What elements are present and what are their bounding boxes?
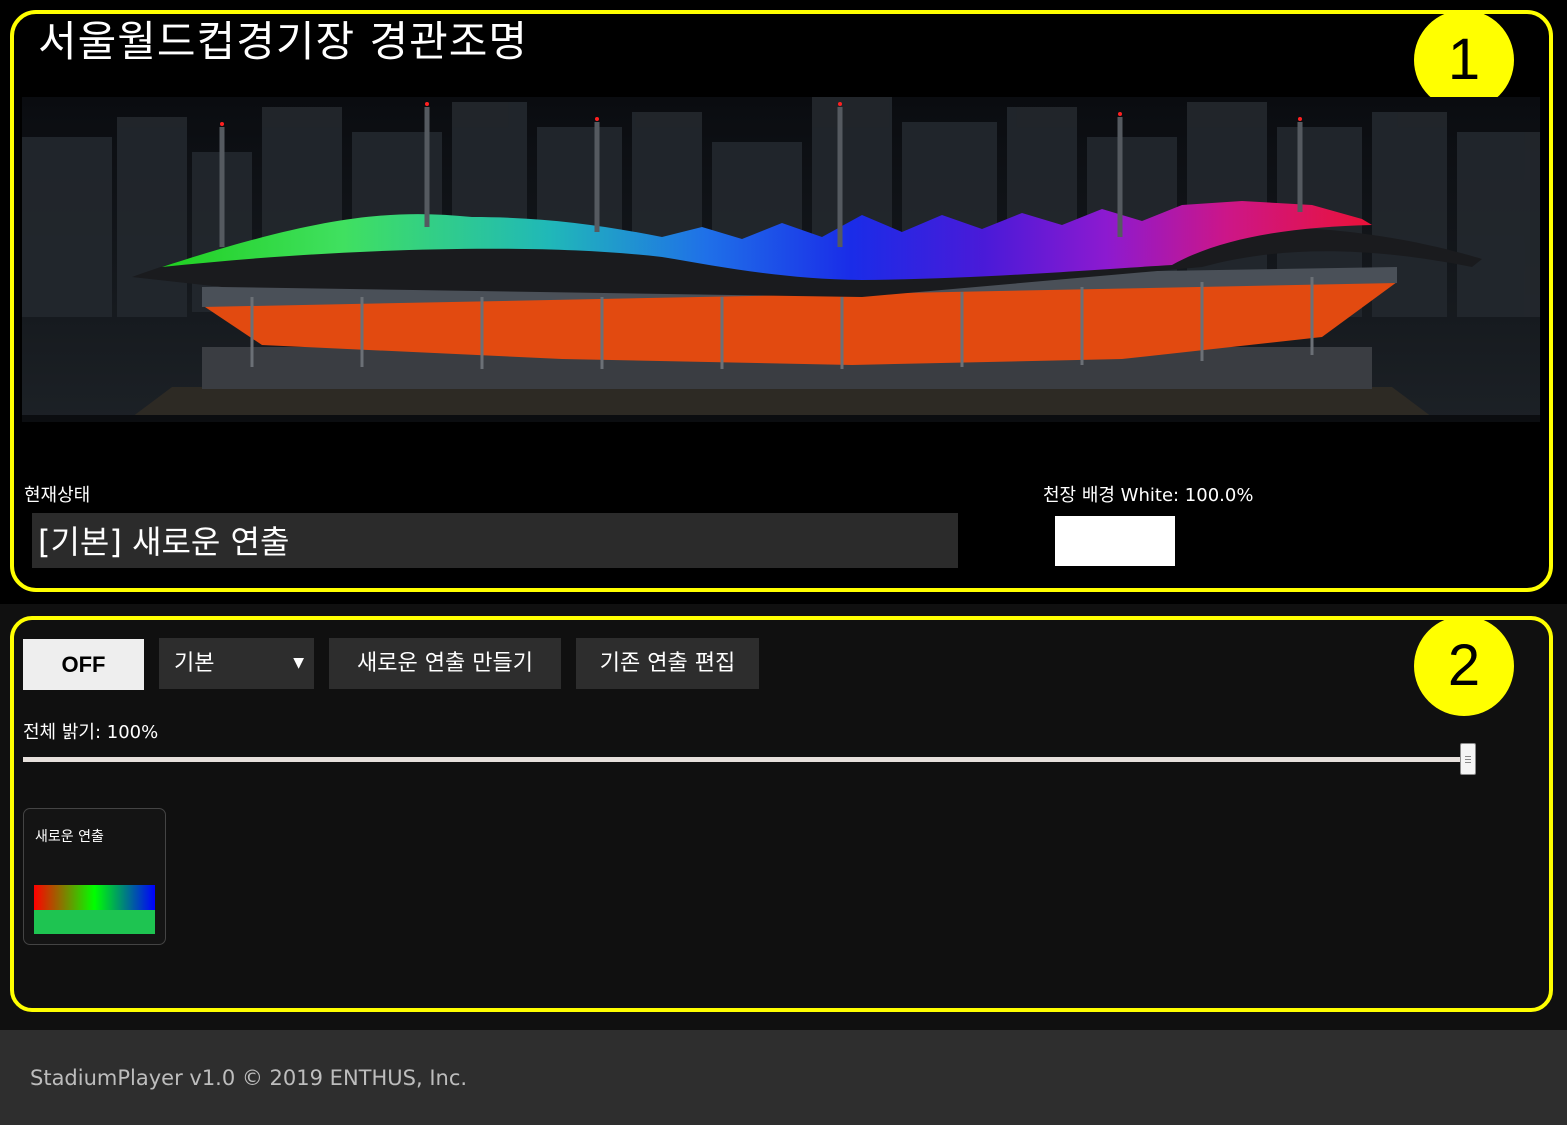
mode-select-value: 기본 xyxy=(174,651,215,676)
status-label: 현재상태 xyxy=(24,485,91,506)
show-card-preview-gradient xyxy=(34,885,155,910)
stadium-illustration xyxy=(22,97,1540,422)
status-value: [기본] 새로운 연출 xyxy=(38,523,290,561)
show-card[interactable]: 새로운 연출 xyxy=(23,808,166,945)
show-card-preview xyxy=(34,885,155,934)
show-card-preview-bottom xyxy=(34,910,155,934)
dropdown-arrow-icon: ▼ xyxy=(293,655,304,671)
annotation-badge-1: 1 xyxy=(1414,10,1514,110)
brightness-slider-fill xyxy=(23,757,1468,762)
mode-select[interactable]: 기본 ▼ xyxy=(159,638,314,689)
create-new-show-button[interactable]: 새로운 연출 만들기 xyxy=(329,638,561,689)
edit-existing-show-button[interactable]: 기존 연출 편집 xyxy=(576,638,759,689)
footer-copyright: StadiumPlayer v1.0 © 2019 ENTHUS, Inc. xyxy=(30,1066,468,1090)
stadium-preview-image xyxy=(22,97,1540,422)
annotation-badge-2: 2 xyxy=(1414,616,1514,716)
page-title: 서울월드컵경기장 경관조명 xyxy=(38,17,529,66)
ceiling-background-label: 천장 배경 White: 100.0% xyxy=(1043,485,1254,506)
show-card-title: 새로운 연출 xyxy=(35,829,104,845)
ceiling-color-swatch[interactable] xyxy=(1055,516,1175,566)
brightness-label: 전체 밝기: 100% xyxy=(23,722,159,743)
brightness-slider-track[interactable] xyxy=(23,757,1468,762)
brightness-slider-handle[interactable] xyxy=(1460,743,1476,775)
off-button[interactable]: OFF xyxy=(23,639,144,690)
